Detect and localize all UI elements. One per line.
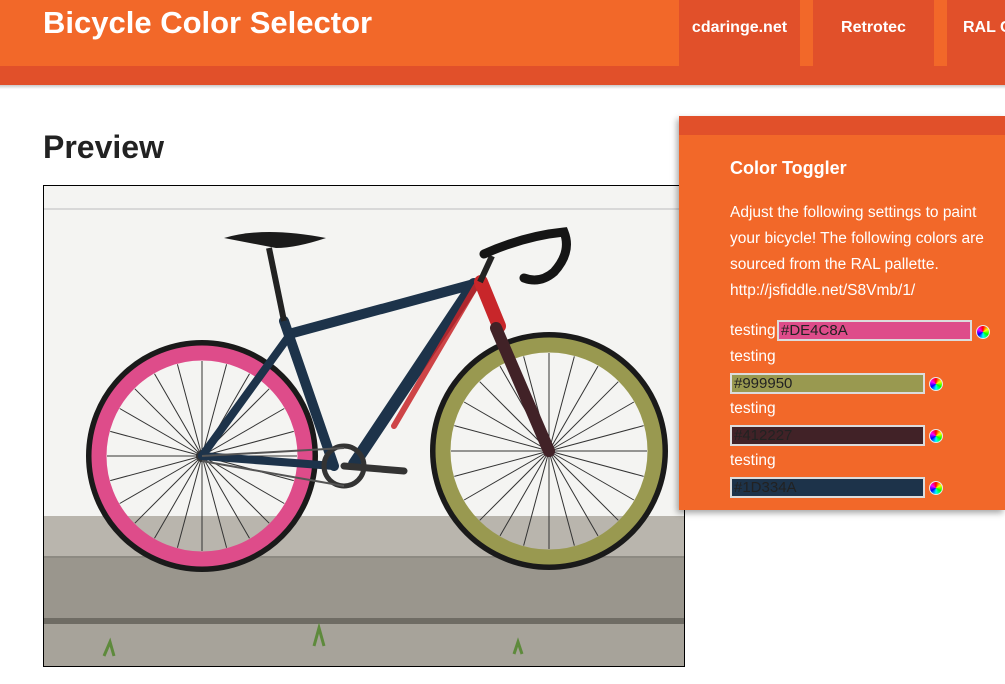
nav-link-retrotec[interactable]: Retrotec	[813, 0, 934, 66]
color-input-2[interactable]	[730, 373, 925, 394]
preview-heading: Preview	[43, 129, 164, 165]
nav-link-cdaringe[interactable]: cdaringe.net	[679, 0, 800, 66]
header-shadow	[0, 85, 1005, 89]
bicycle-illustration	[44, 186, 684, 666]
header-band	[0, 66, 1005, 85]
color-wheel-icon[interactable]	[929, 429, 943, 443]
color-toggler-panel: Color Toggler Adjust the following setti…	[679, 116, 1005, 510]
color-input-3[interactable]	[730, 425, 925, 446]
panel-description: Adjust the following settings to paint y…	[730, 204, 984, 299]
setting-label-1: testing	[730, 322, 776, 339]
color-wheel-icon[interactable]	[929, 377, 943, 391]
setting-label-4: testing	[730, 452, 776, 469]
color-input-1[interactable]	[777, 320, 972, 341]
site-title: Bicycle Color Selector	[43, 5, 373, 40]
setting-label-3: testing	[730, 400, 776, 417]
panel-title: Color Toggler	[730, 158, 847, 178]
color-wheel-icon[interactable]	[929, 481, 943, 495]
nav-link-ral[interactable]: RAL C	[947, 0, 1005, 66]
panel-top-band	[679, 116, 1005, 135]
bicycle-preview	[43, 185, 685, 667]
setting-label-2: testing	[730, 348, 776, 365]
color-input-4[interactable]	[730, 477, 925, 498]
color-wheel-icon[interactable]	[976, 325, 990, 339]
